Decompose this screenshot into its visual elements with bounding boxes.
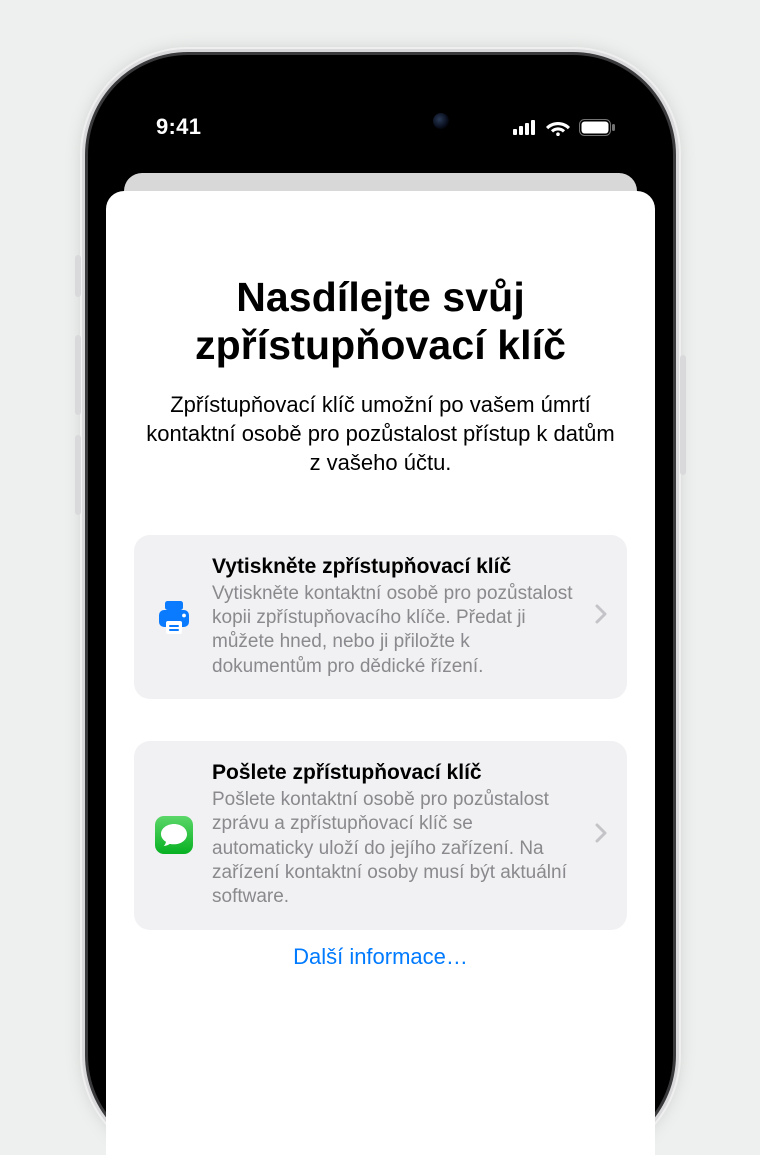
screen: 9:41 [106, 73, 655, 1155]
page-title: Nasdílejte svůj zpřístupňovací klíč [134, 273, 627, 370]
wifi-icon [546, 119, 570, 136]
chevron-right-icon [595, 604, 613, 629]
page-description: Zpřístupňovací klíč umožní po vašem úmrt… [138, 390, 623, 477]
print-option-title: Vytiskněte zpřístupňovací klíč [212, 555, 577, 579]
power-button [680, 355, 686, 475]
cellular-icon [513, 120, 537, 135]
battery-icon [579, 119, 615, 136]
send-access-key-option[interactable]: Pošlete zpřístupňovací klíč Pošlete kont… [134, 741, 627, 930]
chevron-right-icon [595, 823, 613, 848]
volume-down-button [75, 435, 81, 515]
more-info-link[interactable]: Další informace… [134, 944, 627, 970]
silent-switch [75, 255, 81, 297]
status-time: 9:41 [156, 114, 201, 140]
printer-icon [154, 597, 194, 637]
share-access-key-sheet: Nasdílejte svůj zpřístupňovací klíč Zpří… [106, 191, 655, 1155]
volume-up-button [75, 335, 81, 415]
phone-frame: 9:41 [88, 55, 673, 1155]
print-access-key-option[interactable]: Vytiskněte zpřístupňovací klíč Vytisknět… [134, 535, 627, 699]
status-icons [513, 119, 615, 136]
print-option-text: Vytiskněte kontaktní osobě pro pozůstalo… [212, 582, 577, 679]
send-option-title: Pošlete zpřístupňovací klíč [212, 761, 577, 785]
front-camera-icon [433, 113, 449, 129]
send-option-text: Pošlete kontaktní osobě pro pozůstalost … [212, 788, 577, 910]
dynamic-island [295, 97, 467, 145]
messages-icon [154, 815, 194, 855]
